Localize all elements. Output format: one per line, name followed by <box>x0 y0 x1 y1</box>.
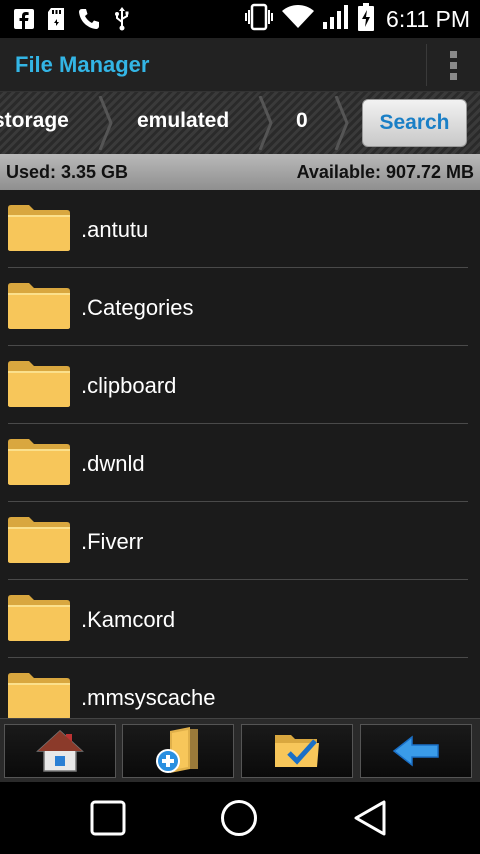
back-triangle-icon <box>354 800 386 836</box>
recents-button[interactable] <box>86 798 130 838</box>
file-name: .clipboard <box>81 373 177 398</box>
file-name: .Categories <box>81 295 194 320</box>
breadcrumb-item-storage[interactable]: storage <box>0 92 69 154</box>
file-list: .antutu .Categories .clipboard .dwnld .F… <box>0 190 480 718</box>
multi-select-icon <box>275 735 319 767</box>
recents-icon <box>90 800 126 836</box>
home-button[interactable] <box>4 724 116 778</box>
home-circle-icon <box>221 800 257 836</box>
folder-icon <box>8 595 70 641</box>
list-item[interactable]: .Fiverr <box>0 502 480 580</box>
folder-icon <box>8 439 70 485</box>
list-item[interactable]: .Kamcord <box>0 580 480 658</box>
wifi-icon <box>282 4 315 35</box>
overflow-menu-icon[interactable] <box>427 38 480 92</box>
vibrate-icon <box>244 3 274 36</box>
back-button[interactable] <box>360 724 472 778</box>
available-space: Available: 907.72 MB <box>296 162 474 182</box>
file-name: .mmsyscache <box>81 685 216 710</box>
signal-icon <box>322 4 350 35</box>
usb-icon <box>114 7 130 31</box>
search-button[interactable]: Search <box>362 99 467 147</box>
breadcrumb-item-emulated[interactable]: emulated <box>137 92 229 154</box>
folder-icon <box>8 673 70 718</box>
nav-home-button[interactable] <box>217 798 261 838</box>
file-name: .antutu <box>81 217 149 242</box>
storage-usage-bar: Used: 3.35 GB Available: 907.72 MB <box>0 154 480 190</box>
back-arrow-icon <box>392 735 439 767</box>
breadcrumb: storage emulated 0 Search <box>0 92 480 154</box>
bottom-toolbar <box>0 718 480 782</box>
sd-card-icon <box>48 8 64 30</box>
action-bar: File Manager <box>0 38 480 92</box>
nav-back-button[interactable] <box>348 798 392 838</box>
list-item[interactable]: .clipboard <box>0 346 480 424</box>
folder-icon <box>8 361 70 407</box>
multi-select-button[interactable] <box>241 724 353 778</box>
breadcrumb-item-0[interactable]: 0 <box>296 92 308 154</box>
new-folder-icon <box>156 727 198 773</box>
folder-icon <box>8 205 70 251</box>
list-item[interactable]: .dwnld <box>0 424 480 502</box>
file-name: .Fiverr <box>81 529 144 554</box>
list-item[interactable]: .Categories <box>0 268 480 346</box>
list-item[interactable]: .mmsyscache <box>0 658 480 718</box>
facebook-icon <box>14 9 34 29</box>
home-icon <box>36 729 84 772</box>
battery-charging-icon <box>358 2 375 36</box>
chevron-right-icon <box>258 96 273 150</box>
app-title: File Manager <box>15 52 150 77</box>
folder-icon <box>8 283 70 329</box>
chevron-right-icon <box>334 96 349 150</box>
navigation-bar <box>0 782 480 854</box>
file-name: .dwnld <box>81 451 145 476</box>
clock: 6:11 PM <box>386 5 470 32</box>
new-folder-button[interactable] <box>122 724 234 778</box>
list-item[interactable]: .antutu <box>0 190 480 268</box>
phone-icon <box>78 8 100 30</box>
chevron-right-icon <box>98 96 113 150</box>
status-bar: 6:11 PM <box>0 0 480 38</box>
folder-icon <box>8 517 70 563</box>
used-space: Used: 3.35 GB <box>6 162 129 182</box>
file-name: .Kamcord <box>81 607 176 632</box>
